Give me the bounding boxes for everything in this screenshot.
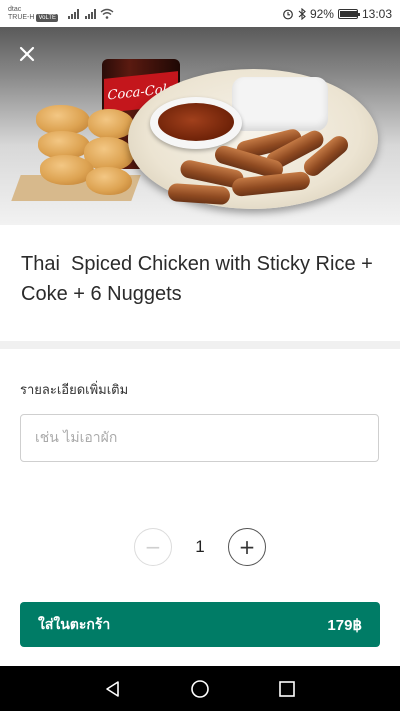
carrier-bottom: TRUE-H	[8, 13, 35, 21]
volte-badge: VoLTE	[36, 13, 59, 22]
product-title: Thai Spiced Chicken with Sticky Rice + C…	[21, 253, 379, 305]
plus-icon: +	[238, 535, 256, 559]
carrier-info: dtac TRUE-H VoLTE	[8, 5, 59, 22]
details-section: รายละเอียดเพิ่มเติม	[0, 349, 400, 462]
details-label: รายละเอียดเพิ่มเติม	[20, 383, 129, 398]
product-image: Coca-Cola	[0, 27, 400, 225]
decrease-quantity-button[interactable]: −	[134, 528, 172, 566]
battery-icon	[337, 8, 360, 19]
product-detail-screen: dtac TRUE-H VoLTE 92% 13:03 Coca-Cola Th…	[0, 0, 400, 711]
nugget	[88, 109, 134, 139]
chili-sauce	[158, 103, 234, 141]
battery-percent: 92%	[309, 6, 334, 21]
status-bar: dtac TRUE-H VoLTE 92% 13:03	[0, 0, 400, 27]
recents-icon	[278, 680, 296, 698]
battery-fill	[339, 10, 357, 17]
alarm-icon	[282, 8, 294, 20]
system-nav-bar	[0, 666, 400, 711]
signal-icon	[68, 8, 80, 19]
section-divider	[0, 341, 400, 349]
home-icon	[190, 679, 210, 699]
clock: 13:03	[361, 6, 392, 21]
cart-price: 179฿	[327, 616, 362, 634]
close-button[interactable]	[14, 41, 40, 67]
add-to-cart-label: ใส่ในตะกร้า	[38, 616, 111, 633]
back-button[interactable]	[101, 677, 125, 701]
increase-quantity-button[interactable]: +	[228, 528, 266, 566]
home-button[interactable]	[188, 677, 212, 701]
close-icon	[19, 46, 35, 62]
carrier-top: dtac	[8, 5, 22, 13]
wifi-icon	[100, 8, 114, 19]
bluetooth-icon	[298, 7, 306, 20]
sticky-rice	[232, 77, 328, 131]
recents-button[interactable]	[275, 677, 299, 701]
signal-icon	[85, 8, 97, 19]
quantity-stepper: − 1 +	[0, 528, 400, 566]
minus-icon: −	[144, 535, 162, 559]
special-instructions-input[interactable]	[20, 414, 379, 462]
back-icon	[104, 680, 122, 698]
nugget	[86, 167, 132, 195]
spiced-chicken	[167, 182, 231, 206]
add-to-cart-button[interactable]: ใส่ในตะกร้า 179฿	[20, 602, 380, 647]
product-title-section: Thai Spiced Chicken with Sticky Rice + C…	[0, 225, 400, 341]
quantity-value: 1	[195, 537, 205, 556]
